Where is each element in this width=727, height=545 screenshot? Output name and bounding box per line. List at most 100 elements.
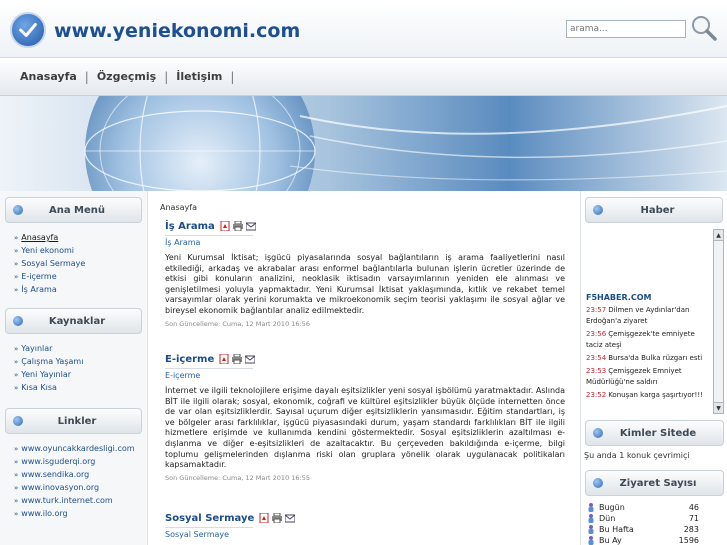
menu-item-label: Sosyal Sermaye (21, 259, 86, 268)
scroll-up-arrow-icon[interactable]: ▲ (714, 230, 723, 241)
stat-row: Bugün 46 (587, 502, 727, 513)
stat-value: 46 (688, 503, 699, 512)
link-item[interactable]: » www.isguderqi.org (14, 455, 147, 468)
pdf-icon[interactable] (219, 354, 229, 364)
double-chevron-icon: » (14, 345, 19, 353)
news-list: 23:57 Dilmen ve Aydınlar'dan Erdoğan'a zi… (586, 305, 710, 403)
online-title: Kimler Sitede (619, 427, 697, 439)
article-sosyal-sermaye: Sosyal Sermaye Sosyal Sermaye (165, 511, 565, 539)
menu-item-label: Çalışma Yaşamı (21, 357, 84, 366)
article-body: İnternet ve ilgili teknolojilere erişime… (165, 386, 565, 470)
sources-list: » Yayınlar » Çalışma Yaşamı » Yeni Yayınlar… (14, 342, 147, 394)
menu-item-kisa-kisa[interactable]: » Kısa Kısa (14, 381, 147, 394)
article-title[interactable]: Sosyal Sermaye (165, 513, 254, 524)
menu-item-yayinlar[interactable]: » Yayınlar (14, 342, 147, 355)
article-is-arama: İş Arama İş Arama Yeni Kurumsal İktisat;… (165, 219, 565, 328)
bullet-icon (593, 428, 603, 438)
pdf-icon[interactable] (259, 513, 269, 523)
link-item[interactable]: » www.oyuncakkardesligi.com (14, 442, 147, 455)
stat-value: 71 (688, 514, 699, 523)
double-chevron-icon: » (14, 445, 19, 453)
pdf-icon[interactable] (220, 221, 230, 231)
nav-item-ozgecmis[interactable]: Özgeçmiş (89, 70, 164, 83)
stat-label: Bu Hafta (599, 525, 634, 534)
news-ticker[interactable]: F5HABER.COM 23:57 Dilmen ve Aydınlar'dan … (584, 229, 724, 414)
double-chevron-icon: » (14, 358, 19, 366)
menu-item-yeni-ekonomi[interactable]: » Yeni ekonomi (14, 244, 147, 257)
left-sidebar: Ana Menü » Anasayfa » Yeni ekonomi » Sosyal… (0, 191, 148, 545)
news-time: 23:53 (586, 367, 607, 375)
news-item[interactable]: 23:57 Dilmen ve Aydınlar'dan Erdoğan'a zi… (586, 305, 710, 327)
email-icon[interactable] (285, 513, 296, 523)
globe-banner (0, 96, 727, 191)
scroll-down-arrow-icon[interactable]: ▼ (714, 402, 723, 413)
person-icon (588, 536, 594, 545)
menu-item-label: Yeni ekonomi (21, 246, 75, 255)
news-source[interactable]: F5HABER.COM (586, 293, 651, 302)
site-title[interactable]: www.yeniekonomi.com (54, 20, 300, 42)
search-input[interactable] (566, 20, 686, 38)
double-chevron-icon: » (14, 286, 19, 294)
link-item[interactable]: » www.sendika.org (14, 468, 147, 481)
stat-label: Dün (599, 514, 616, 523)
news-scrollbar[interactable]: ▲ ▼ (713, 229, 724, 414)
double-chevron-icon: » (14, 471, 19, 479)
main-nav: Anasayfa | Özgeçmiş | İletişim | (0, 58, 727, 96)
menu-item-e-icerme[interactable]: » E-içerme (14, 270, 147, 283)
menu-item-label: Yeni Yayınlar (21, 370, 72, 379)
menu-item-yeni-yayinlar[interactable]: » Yeni Yayınlar (14, 368, 147, 381)
menu-item-sosyal-sermaye[interactable]: » Sosyal Sermaye (14, 257, 147, 270)
globe-image (0, 96, 727, 191)
sources-header: Kaynaklar (5, 308, 142, 334)
news-item[interactable]: 23:54 Bursa'da Bulka rüzgarı esti (586, 353, 710, 364)
bullet-icon (13, 416, 23, 426)
double-chevron-icon: » (14, 234, 19, 242)
email-icon[interactable] (245, 221, 256, 231)
stat-label: Bu Ay (599, 536, 622, 545)
article-subtitle[interactable]: İş Arama (165, 235, 253, 247)
nav-item-anasayfa[interactable]: Anasayfa (12, 70, 85, 83)
article-title[interactable]: E-içerme (165, 354, 214, 365)
email-icon[interactable] (245, 354, 256, 364)
search-button[interactable] (690, 14, 718, 42)
links-list: » www.oyuncakkardesligi.com » www.isguderq… (14, 442, 147, 520)
stats-header: Ziyaret Sayısı (585, 470, 724, 496)
site-header: www.yeniekonomi.com (0, 0, 727, 58)
article-date: Son Güncelleme: Cuma, 12 Mart 2010 16:56 (165, 319, 310, 328)
bullet-icon (13, 205, 23, 215)
stats-table: Bugün 46 Dün 71 Bu Hafta 283 Bu Ay 1596 (587, 502, 727, 545)
online-header: Kimler Sitede (585, 420, 724, 446)
nav-item-iletisim[interactable]: İletişim (168, 70, 230, 83)
stat-row: Bu Hafta 283 (587, 524, 727, 535)
link-item[interactable]: » www.inovasyon.org (14, 481, 147, 494)
menu-item-is-arama[interactable]: » İş Arama (14, 283, 147, 296)
print-icon[interactable] (232, 221, 243, 231)
menu-item-label: İş Arama (21, 285, 57, 294)
menu-item-anasayfa[interactable]: » Anasayfa (14, 231, 147, 244)
main-menu-title: Ana Menü (48, 204, 106, 216)
link-label: www.isguderqi.org (21, 457, 96, 466)
article-subtitle[interactable]: E-içerme (165, 368, 253, 380)
links-header: Linkler (5, 408, 142, 434)
news-item[interactable]: 23:53 Çemişgezek Emniyet Müdürlüğü'ne sal… (586, 366, 710, 388)
article-subtitle[interactable]: Sosyal Sermaye (165, 527, 253, 539)
link-label: www.ilo.org (21, 509, 68, 518)
print-icon[interactable] (272, 513, 283, 523)
print-icon[interactable] (232, 354, 243, 364)
menu-item-calisma-yasami[interactable]: » Çalışma Yaşamı (14, 355, 147, 368)
main-menu-list: » Anasayfa » Yeni ekonomi » Sosyal Sermaye … (14, 231, 147, 296)
bullet-icon (593, 205, 603, 215)
news-item[interactable]: 23:56 Çemişgezek'te emniyete taciz ateşi (586, 329, 710, 351)
stats-section: Ziyaret Sayısı Bugün 46 Dün 71 Bu Hafta … (581, 470, 727, 545)
stat-label: Bugün (599, 503, 625, 512)
link-item[interactable]: » www.ilo.org (14, 507, 147, 520)
article-title[interactable]: İş Arama (165, 221, 215, 232)
person-icon (588, 503, 594, 512)
link-item[interactable]: » www.turk.internet.com (14, 494, 147, 507)
double-chevron-icon: » (14, 260, 19, 268)
bullet-icon (13, 316, 23, 326)
news-item[interactable]: 23:52 Konuşan karga şaşırtıyor!!! (586, 390, 710, 401)
double-chevron-icon: » (14, 458, 19, 466)
sources-title: Kaynaklar (48, 315, 106, 327)
checkmark-logo-icon[interactable] (10, 12, 46, 48)
